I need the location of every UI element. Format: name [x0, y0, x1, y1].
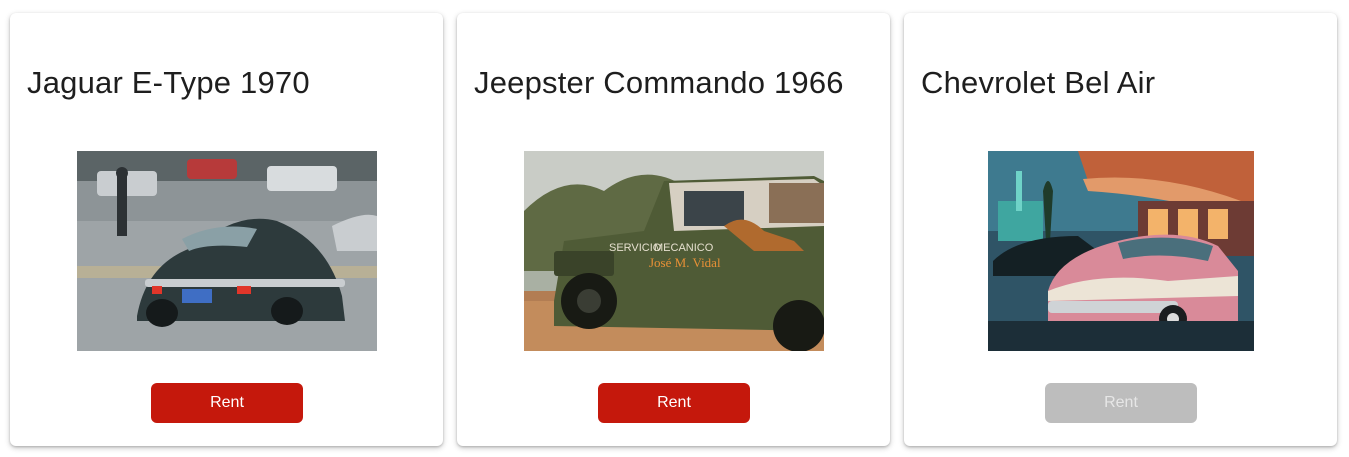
car-card: Chevrolet Bel Air Rent [904, 13, 1337, 446]
car-card: Jaguar E-Type 1970 Rent [10, 13, 443, 446]
car-card-list: Jaguar E-Type 1970 Rent Jeepster Command… [0, 0, 1349, 457]
jaguar-e-type-photo [77, 151, 377, 351]
car-title: Jaguar E-Type 1970 [27, 65, 310, 100]
rent-button-disabled[interactable]: Rent [1045, 383, 1197, 423]
rent-button[interactable]: Rent [598, 383, 750, 423]
svg-text:José M. Vidal: José M. Vidal [649, 255, 721, 270]
jeepster-commando-photo: SERVICIO MECANICO José M. Vidal [524, 151, 824, 351]
rent-button[interactable]: Rent [151, 383, 303, 423]
svg-text:MECANICO: MECANICO [654, 242, 714, 254]
car-card: Jeepster Commando 1966 SERVICIO MECANICO [457, 13, 890, 446]
car-title: Jeepster Commando 1966 [474, 65, 844, 100]
car-title: Chevrolet Bel Air [921, 65, 1156, 100]
chevrolet-bel-air-photo [988, 151, 1254, 351]
